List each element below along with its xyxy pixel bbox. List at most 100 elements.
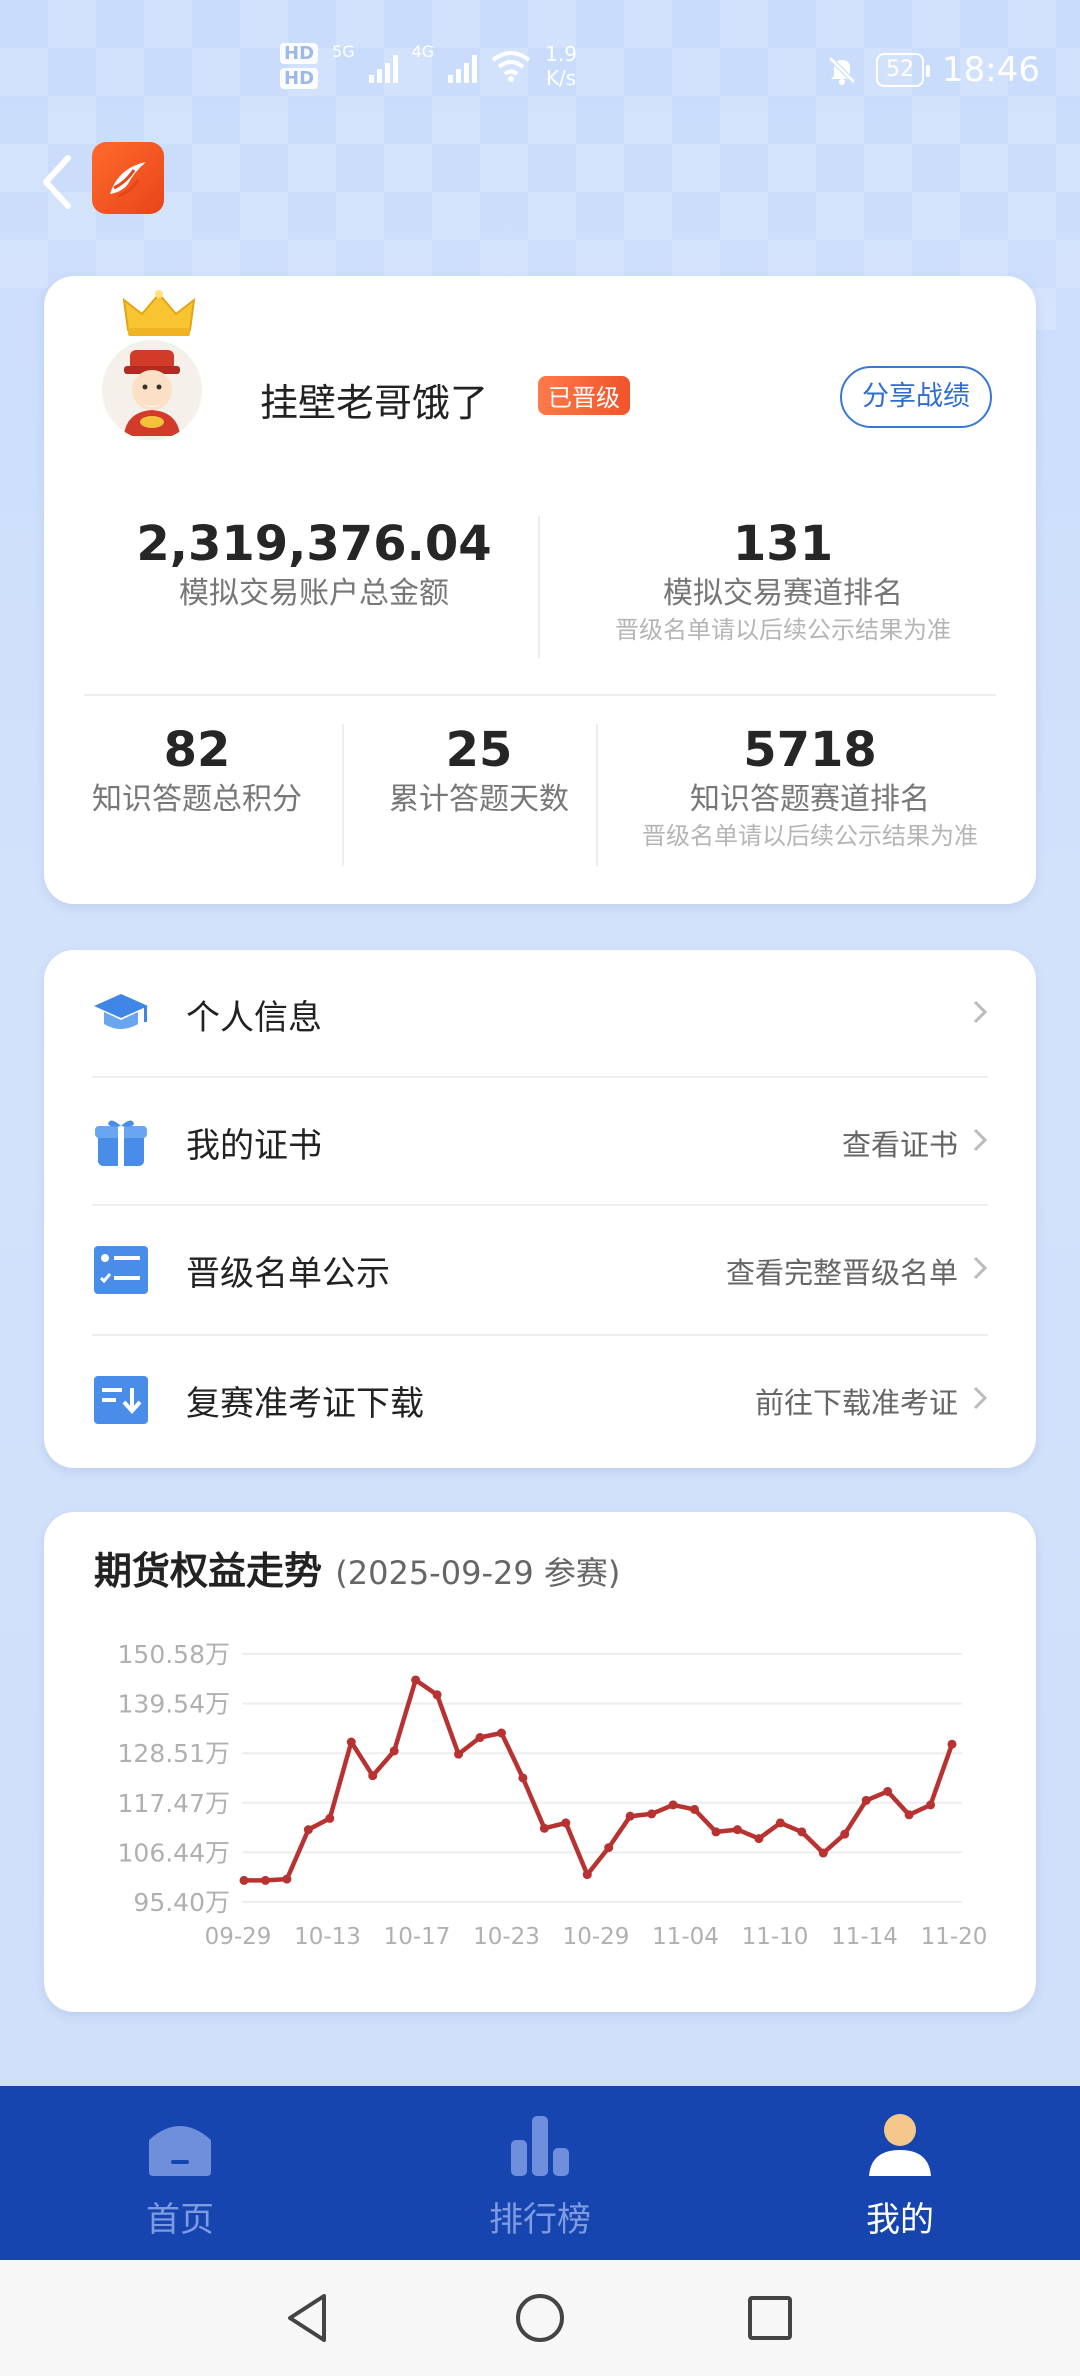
menu-card: 个人信息 我的证书 查看证书 晋级名单公示 查看完整晋级名单 复赛准考证下载 前… — [44, 950, 1036, 1468]
stat-value: 5718 — [743, 722, 877, 778]
x-tick-label: 10-29 — [563, 1924, 630, 1950]
y-tick-label: 150.58万 — [118, 1640, 230, 1669]
tab-home[interactable]: 首页 — [0, 2086, 360, 2260]
menu-item-action: 前往下载准考证 — [754, 1386, 958, 1420]
data-point — [411, 1675, 421, 1685]
username: 挂壁老哥饿了 — [260, 381, 489, 425]
data-point — [883, 1786, 893, 1796]
data-point — [690, 1804, 700, 1814]
back-arrow-icon[interactable] — [38, 152, 78, 212]
data-point — [561, 1818, 571, 1828]
x-tick-label: 09-29 — [205, 1924, 272, 1950]
data-point — [711, 1827, 721, 1837]
nav-home-icon[interactable] — [512, 2290, 568, 2346]
data-point — [282, 1874, 292, 1884]
speed-unit: K/s — [545, 66, 577, 90]
stat-note: 晋级名单请以后续公示结果为准 — [642, 822, 978, 850]
x-tick-label: 10-13 — [294, 1924, 361, 1950]
data-point — [604, 1843, 614, 1853]
data-point — [346, 1737, 356, 1747]
divider-horizontal — [84, 694, 996, 696]
hd-label-2: HD — [280, 68, 319, 89]
equity-line-chart[interactable]: 150.58万 139.54万 128.51万 117.47万 106.44万 95.40… — [44, 1612, 1036, 1972]
data-point — [625, 1811, 635, 1821]
crown-icon — [122, 290, 196, 336]
data-point — [775, 1818, 785, 1828]
data-point — [861, 1795, 871, 1805]
menu-item-personal-info[interactable]: 个人信息 — [44, 950, 1036, 1078]
stat-value: 2,319,376.04 — [136, 516, 492, 572]
network-type-2: 4G — [411, 42, 435, 61]
tab-label: 我的 — [866, 2200, 934, 2240]
x-tick-label: 11-04 — [652, 1924, 719, 1950]
x-tick-label: 11-14 — [831, 1924, 898, 1950]
wifi-icon — [491, 51, 531, 82]
chevron-right-icon — [973, 1256, 988, 1280]
mute-bell-icon — [828, 56, 856, 85]
nav-back-icon[interactable] — [280, 2290, 336, 2346]
data-point — [496, 1728, 506, 1738]
tab-mine[interactable]: 我的 — [720, 2086, 1080, 2260]
x-tick-label: 10-23 — [473, 1924, 540, 1950]
profile-card: 挂壁老哥饿了 已晋级 分享战绩 2,319,376.04 模拟交易账户总金额 1… — [44, 276, 1036, 904]
hd-label-1: HD — [280, 43, 319, 64]
data-point — [432, 1690, 442, 1700]
tab-label: 首页 — [146, 2200, 214, 2240]
data-point — [368, 1771, 378, 1781]
chart-title: 期货权益走势 (2025-09-29 参赛) — [94, 1540, 620, 1595]
data-point — [582, 1870, 592, 1880]
data-point — [475, 1733, 485, 1743]
menu-item-admission-download[interactable]: 复赛准考证下载 前往下载准考证 — [44, 1336, 1036, 1464]
data-point — [818, 1848, 828, 1858]
tab-label: 排行榜 — [489, 2200, 591, 2240]
system-navigation-bar — [0, 2260, 1080, 2376]
data-point — [947, 1739, 957, 1749]
data-point — [260, 1875, 270, 1885]
bottom-tab-bar: 首页 排行榜 我的 — [0, 2086, 1080, 2260]
chevron-right-icon — [973, 1386, 988, 1410]
nav-recents-icon[interactable] — [742, 2290, 798, 2346]
y-tick-label: 106.44万 — [118, 1838, 230, 1867]
network-type-1: 5G — [332, 42, 355, 61]
x-tick-label: 11-10 — [742, 1924, 809, 1950]
promoted-badge: 已晋级 — [538, 376, 630, 415]
menu-item-my-certificates[interactable]: 我的证书 查看证书 — [44, 1078, 1036, 1206]
stat-account-total: 2,319,376.04 模拟交易账户总金额 — [64, 514, 564, 614]
network-speed: 1.9 K/s — [545, 42, 577, 90]
menu-item-promotion-list[interactable]: 晋级名单公示 查看完整晋级名单 — [44, 1206, 1036, 1334]
signal-icon-2 — [448, 49, 478, 83]
y-tick-label: 95.40万 — [133, 1888, 230, 1917]
data-point — [518, 1773, 528, 1783]
stat-label: 知识答题总积分 — [92, 782, 302, 817]
data-point — [389, 1746, 399, 1756]
stat-trading-rank: 131 模拟交易赛道排名 晋级名单请以后续公示结果为准 — [560, 514, 1006, 646]
clock: 18:46 — [942, 50, 1040, 90]
status-bar: HD HD 5G 4G 1.9 K/s 52 18:46 — [0, 0, 1080, 140]
speed-value: 1.9 — [545, 42, 577, 66]
data-point — [668, 1800, 678, 1810]
graduation-cap-icon — [94, 994, 148, 1029]
avatar-figure-icon — [124, 350, 180, 436]
stat-note: 晋级名单请以后续公示结果为准 — [615, 616, 951, 644]
data-point — [325, 1813, 335, 1823]
app-logo — [92, 142, 164, 214]
list-icon — [94, 1246, 148, 1294]
y-tick-label: 128.51万 — [118, 1739, 230, 1768]
stat-quiz-rank: 5718 知识答题赛道排名 晋级名单请以后续公示结果为准 — [604, 720, 1016, 852]
menu-item-action: 查看证书 — [841, 1128, 958, 1162]
avatar[interactable] — [102, 340, 202, 440]
menu-item-title: 我的证书 — [186, 1126, 322, 1166]
x-tick-label: 10-17 — [384, 1924, 451, 1950]
stat-label: 知识答题赛道排名 — [690, 782, 930, 817]
stat-quiz-days: 25 累计答题天数 — [344, 720, 614, 820]
data-point — [926, 1800, 936, 1810]
chart-subtitle: (2025-09-29 参赛) — [335, 1554, 621, 1592]
series-line — [244, 1677, 955, 1883]
share-results-button[interactable]: 分享战绩 — [840, 366, 992, 428]
stat-label: 模拟交易赛道排名 — [663, 576, 903, 611]
menu-item-title: 个人信息 — [186, 998, 322, 1038]
chart-title-text: 期货权益走势 — [94, 1549, 323, 1593]
home-icon — [149, 2126, 211, 2176]
tab-ranking[interactable]: 排行榜 — [360, 2086, 720, 2260]
ranking-icon — [511, 2116, 569, 2176]
